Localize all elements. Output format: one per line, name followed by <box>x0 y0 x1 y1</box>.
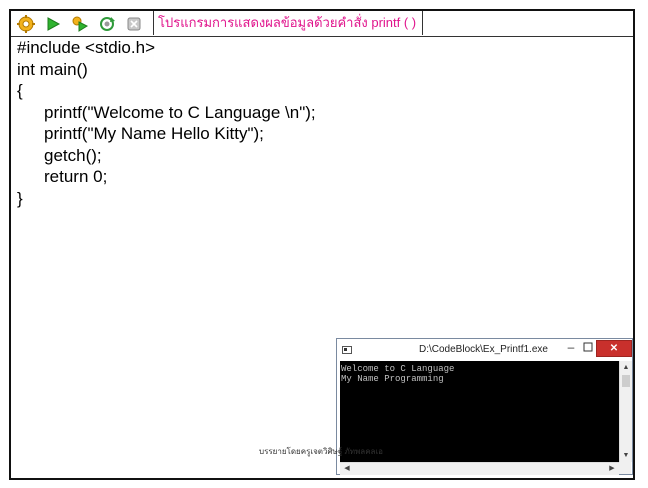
minimize-button[interactable]: – <box>563 340 579 354</box>
code-line: return 0; <box>44 167 108 186</box>
scroll-down-icon[interactable]: ▼ <box>620 451 632 461</box>
build-run-icon[interactable] <box>68 12 92 36</box>
slide-title: โปรแกรมการแสดงผลข้อมูลด้วยคำสั่ง printf … <box>153 11 424 35</box>
close-button[interactable]: ✕ <box>596 340 632 357</box>
gear-icon[interactable] <box>14 12 38 36</box>
ide-toolbar: โปรแกรมการแสดงผลข้อมูลด้วยคำสั่ง printf … <box>11 11 633 37</box>
scroll-up-icon[interactable]: ▲ <box>620 363 632 373</box>
play-icon[interactable] <box>41 12 65 36</box>
scrollbar-thumb[interactable] <box>622 375 630 387</box>
scroll-left-icon[interactable]: ◀ <box>342 464 352 474</box>
code-line: { <box>17 81 23 100</box>
vertical-scrollbar[interactable]: ▲ ▼ <box>619 361 632 462</box>
console-app-icon <box>342 346 352 354</box>
code-line: getch(); <box>44 145 102 165</box>
code-line: #include <stdio.h> <box>17 38 155 57</box>
console-titlebar[interactable]: D:\CodeBlock\Ex_Printf1.exe – ✕ <box>337 339 632 361</box>
abort-icon[interactable] <box>122 12 146 36</box>
rebuild-icon[interactable] <box>95 12 119 36</box>
console-output-line: My Name Programming <box>341 374 444 384</box>
scroll-right-icon[interactable]: ▶ <box>607 464 617 474</box>
console-output-line: Welcome to C Language <box>341 364 455 374</box>
maximize-button[interactable] <box>582 341 595 354</box>
console-title: D:\CodeBlock\Ex_Printf1.exe <box>419 344 548 355</box>
code-listing: #include <stdio.h> int main() { printf("… <box>17 37 316 209</box>
slide-caption: บรรยายโดยครูเจตวิศิษฐ์ ภัทพลคลเอ <box>259 447 383 456</box>
slide-frame: โปรแกรมการแสดงผลข้อมูลด้วยคำสั่ง printf … <box>9 9 635 480</box>
horizontal-scrollbar[interactable]: ◀ ▶ <box>340 462 619 475</box>
code-line: int main() <box>17 59 88 79</box>
maximize-icon <box>583 342 593 352</box>
resize-grip[interactable] <box>619 462 631 474</box>
code-line: printf("Welcome to C Language \n"); <box>44 102 316 122</box>
code-line: printf("My Name Hello Kitty"); <box>44 124 264 143</box>
code-line: } <box>17 188 23 208</box>
